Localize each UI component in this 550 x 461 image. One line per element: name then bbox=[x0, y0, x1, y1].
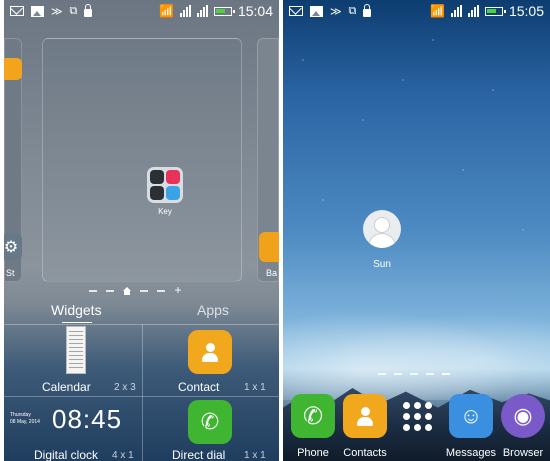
status-bar: ≫ ⧉ 📶 15:04 bbox=[4, 0, 279, 22]
dock-label: Browser bbox=[502, 447, 544, 459]
browser-icon: ◉ bbox=[513, 403, 533, 428]
wifi-icon: 📶 bbox=[430, 4, 445, 18]
sync-icon: ≫ bbox=[51, 5, 63, 18]
messages-icon: ☺ bbox=[459, 403, 483, 428]
page-dot[interactable] bbox=[410, 373, 418, 375]
home-page-preview[interactable] bbox=[42, 38, 242, 282]
page-dot[interactable] bbox=[378, 373, 386, 375]
widget-size: 2 x 3 bbox=[114, 382, 136, 393]
add-page-icon[interactable]: + bbox=[174, 284, 182, 297]
tab-widgets[interactable]: Widgets bbox=[51, 302, 102, 318]
screen-icon: ⧉ bbox=[348, 4, 357, 17]
clock-date: 08 May, 2014 bbox=[10, 419, 40, 425]
page-dot[interactable] bbox=[89, 290, 97, 292]
contact-icon bbox=[354, 405, 376, 427]
widget-size: 1 x 1 bbox=[244, 382, 266, 393]
tab-apps[interactable]: Apps bbox=[197, 302, 229, 318]
page-dot[interactable] bbox=[426, 373, 434, 375]
battery-icon bbox=[484, 6, 506, 16]
page-dot-active[interactable] bbox=[442, 373, 450, 375]
sync-icon: ≫ bbox=[330, 5, 342, 18]
calendar-widget-preview[interactable] bbox=[66, 326, 86, 374]
lock-icon bbox=[84, 3, 93, 17]
widget-name: Digital clock bbox=[34, 448, 99, 461]
page-dot[interactable] bbox=[106, 290, 114, 292]
app-drawer-icon bbox=[402, 401, 432, 431]
screen-icon: ⧉ bbox=[69, 4, 78, 17]
wifi-icon: 📶 bbox=[159, 4, 174, 18]
dock-label: Phone bbox=[297, 447, 329, 459]
direct-dial-widget-icon[interactable]: ✆ bbox=[188, 400, 232, 444]
widget-name: Direct dial bbox=[172, 448, 226, 461]
dock-label: Messages bbox=[445, 447, 497, 459]
signal-icon bbox=[450, 5, 462, 17]
image-icon bbox=[31, 5, 44, 17]
phone-app[interactable]: ✆ bbox=[291, 394, 335, 438]
signal-icon bbox=[179, 5, 191, 17]
digital-clock-widget-preview[interactable]: 08:45 bbox=[52, 404, 122, 435]
lock-icon bbox=[363, 3, 372, 17]
clock-widget-date: Thursday 08 May, 2014 bbox=[10, 412, 52, 426]
peek-app-icon-left bbox=[4, 58, 22, 80]
messages-app[interactable]: ☺ bbox=[449, 394, 493, 438]
widget-name: Contact bbox=[178, 380, 220, 394]
status-bar: ≫ ⧉ 📶 15:05 bbox=[283, 0, 550, 22]
widget-size: 4 x 1 bbox=[112, 450, 134, 461]
settings-icon: ⚙ bbox=[4, 234, 22, 260]
tab-indicator bbox=[62, 322, 92, 323]
launcher-edit-screen: ≫ ⧉ 📶 15:04 ⚙ St Key Ba + Widgets Apps C… bbox=[4, 0, 279, 461]
app-drawer-button[interactable] bbox=[395, 394, 439, 438]
divider bbox=[142, 324, 143, 461]
home-icon[interactable] bbox=[123, 287, 131, 295]
phone-icon: ✆ bbox=[200, 409, 220, 434]
widget-size: 1 x 1 bbox=[244, 450, 266, 461]
page-dot[interactable] bbox=[157, 290, 165, 292]
widget-name: Calendar bbox=[42, 380, 91, 394]
clock-day: Thursday bbox=[10, 412, 31, 418]
status-time: 15:05 bbox=[508, 3, 544, 19]
dock-label: Contacts bbox=[343, 447, 387, 459]
peek-label-right: Ba bbox=[265, 268, 277, 278]
status-time: 15:04 bbox=[237, 3, 273, 19]
folder-icon[interactable] bbox=[147, 167, 183, 203]
page-indicator bbox=[378, 373, 450, 375]
wallpaper-clouds bbox=[283, 300, 550, 400]
contact-icon bbox=[199, 341, 221, 363]
mail-icon bbox=[10, 6, 24, 16]
contact-shortcut-avatar[interactable] bbox=[363, 210, 401, 248]
image-icon bbox=[310, 5, 323, 17]
contact-shortcut-label: Sun bbox=[373, 259, 391, 270]
signal-2-icon bbox=[196, 5, 208, 17]
signal-2-icon bbox=[467, 5, 479, 17]
phone-icon: ✆ bbox=[302, 402, 324, 430]
page-dot[interactable] bbox=[140, 290, 148, 292]
mail-icon bbox=[289, 6, 303, 16]
contact-widget-icon[interactable] bbox=[188, 330, 232, 374]
page-dot[interactable] bbox=[394, 373, 402, 375]
folder-label: Key bbox=[158, 207, 172, 216]
page-indicator: + bbox=[89, 284, 182, 297]
home-screen: ≫ ⧉ 📶 15:05 Sun ✆ Phone Contacts ☺ Messa… bbox=[283, 0, 550, 461]
contacts-app[interactable] bbox=[343, 394, 387, 438]
peek-label-left: St bbox=[6, 268, 15, 278]
browser-app[interactable]: ◉ bbox=[501, 394, 545, 438]
battery-icon bbox=[213, 6, 235, 16]
peek-app-icon-right bbox=[259, 232, 279, 262]
